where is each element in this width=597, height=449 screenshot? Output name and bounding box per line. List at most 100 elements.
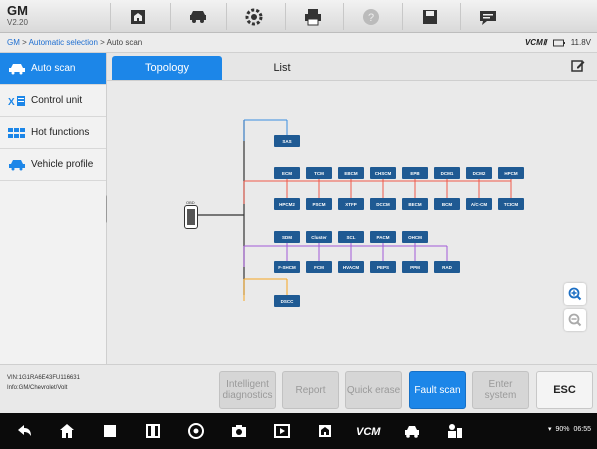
edit-icon[interactable] (571, 59, 585, 73)
breadcrumb: GM > Automatic selection > Auto scan (7, 38, 143, 47)
ecu-node[interactable]: HPCM2 (274, 198, 300, 210)
intelligent-diagnostics-button[interactable]: Intelligent diagnostics (219, 371, 276, 409)
ecu-node[interactable]: RAD (434, 261, 460, 273)
screen-record-icon[interactable] (272, 421, 292, 441)
vehicle-info: VIN:1G1RA6E43FU116631 Info:GM/Chevrolet/… (7, 373, 80, 393)
ecu-node[interactable]: SAS (274, 135, 300, 147)
sidebar-item-label: Control unit (31, 95, 83, 106)
connection-status: VCMⅡ 11.8V (525, 33, 591, 53)
chat-button[interactable] (460, 3, 514, 30)
ecu-node[interactable]: SCL (338, 231, 364, 243)
sidebar-item-auto-scan[interactable]: Auto scan (0, 53, 106, 85)
zoom-in-icon (568, 287, 582, 301)
enter-system-button[interactable]: Enter system (472, 371, 529, 409)
zoom-in-button[interactable] (564, 283, 586, 305)
system-nav-bar: VCM ▾ 90% 06:55 (0, 413, 597, 449)
home-button[interactable] (110, 3, 164, 30)
ecu-node[interactable]: SDM (274, 231, 300, 243)
print-button[interactable] (285, 3, 339, 30)
breadcrumb-automatic-selection[interactable]: Automatic selection (29, 38, 98, 47)
ecu-node[interactable]: FCM (306, 261, 332, 273)
ecu-node[interactable]: DCM1 (434, 167, 460, 179)
sidebar-item-vehicle-profile[interactable]: Vehicle profile (0, 149, 106, 181)
svg-text:X: X (8, 97, 15, 107)
system-status: ▾ 90% 06:55 (548, 425, 591, 434)
vehicle-profile-icon (8, 158, 26, 172)
ecu-node[interactable]: F-SHCM (274, 261, 300, 273)
ecu-node[interactable]: BECM (402, 198, 428, 210)
ecu-node[interactable]: XTFP (338, 198, 364, 210)
ecu-node[interactable]: CHSCM (370, 167, 396, 179)
bus-lines (198, 119, 512, 301)
vcm-status: VCMⅡ (524, 38, 547, 47)
tab-list[interactable]: List (227, 56, 337, 80)
svg-text:?: ? (367, 12, 373, 24)
back-icon[interactable] (14, 421, 34, 441)
quick-erase-button[interactable]: Quick erase (345, 371, 402, 409)
ecu-node[interactable]: TCICM (498, 198, 524, 210)
recents-icon[interactable] (100, 421, 120, 441)
voltage-readout: 11.8V (570, 38, 591, 47)
sidebar-item-control-unit[interactable]: X Control unit (0, 85, 106, 117)
zoom-out-button[interactable] (564, 309, 586, 331)
autel-home-icon[interactable] (315, 421, 335, 441)
hot-functions-icon (8, 126, 26, 140)
ecu-node[interactable]: DCCM (370, 198, 396, 210)
ecu-node[interactable]: OHCM (402, 231, 428, 243)
app-version: V2.20 (7, 18, 28, 27)
ecu-node[interactable]: A/C-CM (466, 198, 492, 210)
chat-icon (479, 10, 496, 25)
topology-diagram: OBD SAS ECM TCM EBCM CHSCM EPB DCM1 DCM2 HPCM HPC… (107, 81, 597, 391)
ecu-node[interactable]: PSCM (306, 198, 332, 210)
home-icon (130, 9, 145, 24)
fault-scan-button[interactable]: Fault scan (409, 371, 466, 409)
ecu-node[interactable]: Cluster (306, 231, 332, 243)
print-icon (304, 8, 321, 25)
ecu-node[interactable]: ECM (274, 167, 300, 179)
help-button[interactable]: ? (343, 3, 397, 30)
split-screen-icon[interactable] (143, 421, 163, 441)
sidebar-item-label: Hot functions (31, 127, 90, 138)
clock: 06:55 (573, 425, 591, 433)
view-tabs: Topology List (107, 53, 597, 81)
control-unit-icon: X (8, 94, 26, 108)
main-panel: Topology List OBD SAS ECM TCM EBCM CHSCM EPB D… (107, 53, 597, 391)
ecu-node[interactable]: DSCC (274, 295, 300, 307)
obd-label: OBD (186, 200, 195, 205)
report-button[interactable]: Report (282, 371, 339, 409)
ecu-node[interactable]: HPCM (498, 167, 524, 179)
browser-icon[interactable] (186, 421, 206, 441)
breadcrumb-gm[interactable]: GM (7, 38, 20, 47)
svg-text:VCM: VCM (356, 426, 381, 438)
save-icon (422, 9, 437, 24)
sidebar-item-hot-functions[interactable]: Hot functions (0, 117, 106, 149)
breadcrumb-bar: GM > Automatic selection > Auto scan VCM… (0, 33, 597, 53)
ecu-node[interactable]: DCM2 (466, 167, 492, 179)
top-toolbar: GM V2.20 ? (0, 0, 597, 33)
ecu-node[interactable]: TCM (306, 167, 332, 179)
technician-icon[interactable] (445, 421, 465, 441)
vci-icon[interactable]: VCM (356, 421, 384, 441)
ecu-node[interactable]: PEPS (370, 261, 396, 273)
ecu-node[interactable]: HVACM (338, 261, 364, 273)
settings-button[interactable] (226, 3, 280, 30)
ecu-node[interactable]: EPB (402, 167, 428, 179)
vehicle-swap-icon (189, 10, 206, 23)
vehicle-swap-button[interactable] (170, 3, 224, 30)
settings-icon (245, 8, 262, 25)
battery-icon (552, 39, 565, 47)
tab-topology[interactable]: Topology (112, 56, 222, 80)
zoom-out-icon (568, 313, 582, 327)
vin-text: VIN:1G1RA6E43FU116631 (7, 375, 80, 381)
sidebar-item-label: Vehicle profile (31, 159, 94, 170)
save-button[interactable] (402, 3, 456, 30)
ecu-node[interactable]: PPM (402, 261, 428, 273)
ecu-node[interactable]: EBCM (338, 167, 364, 179)
ecu-node[interactable]: PACM (370, 231, 396, 243)
vehicle-icon[interactable] (402, 421, 422, 441)
camera-icon[interactable] (229, 421, 249, 441)
esc-button[interactable]: ESC (536, 371, 593, 409)
home-nav-icon[interactable] (57, 421, 77, 441)
ecu-node[interactable]: BCM (434, 198, 460, 210)
battery-percent: 90% (555, 425, 570, 433)
